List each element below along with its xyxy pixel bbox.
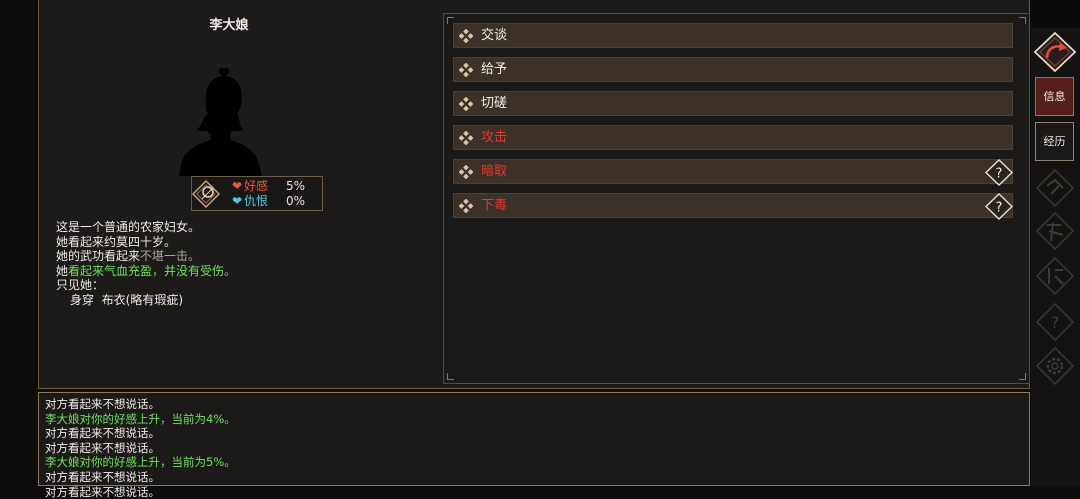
svg-text:?: ? [1051, 313, 1060, 332]
log-lines: 对方看起来不想说话。 李大娘对你的好感上升，当前为4%。 对方看起来不想说话。 … [45, 397, 236, 499]
npc-description: 这是一个普通的农家妇女。 她看起来约莫四十岁。 她的武功看起来不堪一击。 她看起… [56, 220, 236, 307]
diamond-bullet-icon [459, 63, 473, 77]
diamond-bullet-icon [459, 29, 473, 43]
log-line: 对方看起来不想说话。 [45, 484, 160, 499]
npc-name: 李大娘 [209, 18, 249, 33]
martial-icon[interactable] [1035, 211, 1075, 251]
rank-icon[interactable] [1035, 168, 1075, 208]
desc-line: 她的武功看起来不堪一击。 [56, 249, 236, 264]
help-question-icon[interactable]: ? [985, 159, 1013, 186]
help-question-icon[interactable]: ? [985, 193, 1013, 220]
log-line: 对方看起来不想说话。 [45, 440, 160, 455]
desc-text: 她的武功看起来 [56, 249, 141, 263]
action-label: 切磋 [481, 96, 508, 111]
action-label: 暗取 [481, 164, 508, 179]
school-icon[interactable] [1035, 256, 1075, 296]
favor-row: ❤ 好感 5% [232, 179, 305, 194]
message-log[interactable]: 对方看起来不想说话。 李大娘对你的好感上升，当前为4%。 对方看起来不想说话。 … [38, 392, 1030, 499]
action-label: 给予 [481, 62, 508, 77]
health-status: 看起来气血充盈，并没有受伤。 [68, 263, 237, 278]
tab-history[interactable]: 经历 [1035, 122, 1074, 161]
svg-text:?: ? [996, 201, 1003, 216]
action-label: 交谈 [481, 28, 508, 43]
favor-label: 好感 [244, 179, 269, 193]
desc-line: 她看起来约莫四十岁。 [56, 234, 177, 249]
martial-level: 不堪一击。 [140, 249, 201, 263]
right-sidebar: 信息 经历 ? [1031, 0, 1080, 486]
hatred-row: ❤ 仇恨 0% [232, 194, 305, 209]
action-label: 攻击 [481, 130, 508, 145]
relation-emblem-icon [192, 179, 221, 209]
equipment-line: 身穿 布衣(略有瑕疵) [56, 293, 236, 308]
desc-line: 这是一个普通的农家妇女。 [56, 220, 201, 234]
action-give-button[interactable]: 给予 [453, 57, 1013, 82]
corner-ornament [447, 373, 454, 380]
log-line: 对方看起来不想说话。 [45, 469, 160, 484]
diamond-bullet-icon [459, 131, 473, 145]
action-spar-button[interactable]: 切磋 [453, 91, 1013, 116]
gear-icon[interactable] [1035, 346, 1075, 386]
favor-value: 5% [286, 179, 306, 193]
action-steal-button[interactable]: 暗取 ? [453, 159, 1013, 186]
return-icon[interactable] [1033, 32, 1077, 72]
heart-icon: ❤ [232, 179, 243, 193]
svg-text:?: ? [996, 167, 1003, 182]
question-icon[interactable]: ? [1035, 302, 1075, 342]
equip-item: 布衣(略有瑕疵) [101, 292, 184, 307]
sidebar-top [1031, 0, 1080, 28]
actions-panel: 交谈 给予 切磋 攻击 暗取 ? 下毒 ? [443, 13, 1030, 384]
log-line: 李大娘对你的好感上升，当前为4%。 [45, 411, 236, 426]
action-poison-button[interactable]: 下毒 ? [453, 193, 1013, 220]
corner-ornament [1019, 373, 1026, 380]
corner-ornament [1019, 17, 1026, 24]
log-line: 对方看起来不想说话。 [45, 426, 160, 441]
desc-line: 她看起来气血充盈，并没有受伤。 [56, 264, 236, 279]
diamond-bullet-icon [459, 97, 473, 111]
desc-text: 她 [56, 263, 69, 278]
log-line: 对方看起来不想说话。 [45, 397, 160, 411]
action-talk-button[interactable]: 交谈 [453, 23, 1013, 48]
heart-icon: ❤ [232, 194, 243, 208]
desc-line: 只见她： [56, 278, 105, 292]
diamond-bullet-icon [459, 165, 473, 179]
diamond-bullet-icon [459, 199, 473, 213]
log-line: 李大娘对你的好感上升，当前为5%。 [45, 455, 236, 470]
npc-portrait [179, 68, 262, 176]
relation-box: ❤ 好感 5% ❤ 仇恨 0% [191, 176, 323, 211]
tab-info[interactable]: 信息 [1035, 77, 1074, 116]
equip-slot: 身穿 [70, 292, 95, 307]
action-label: 下毒 [481, 198, 508, 213]
hatred-value: 0% [286, 194, 306, 208]
hatred-label: 仇恨 [244, 194, 269, 208]
action-attack-button[interactable]: 攻击 [453, 125, 1013, 150]
